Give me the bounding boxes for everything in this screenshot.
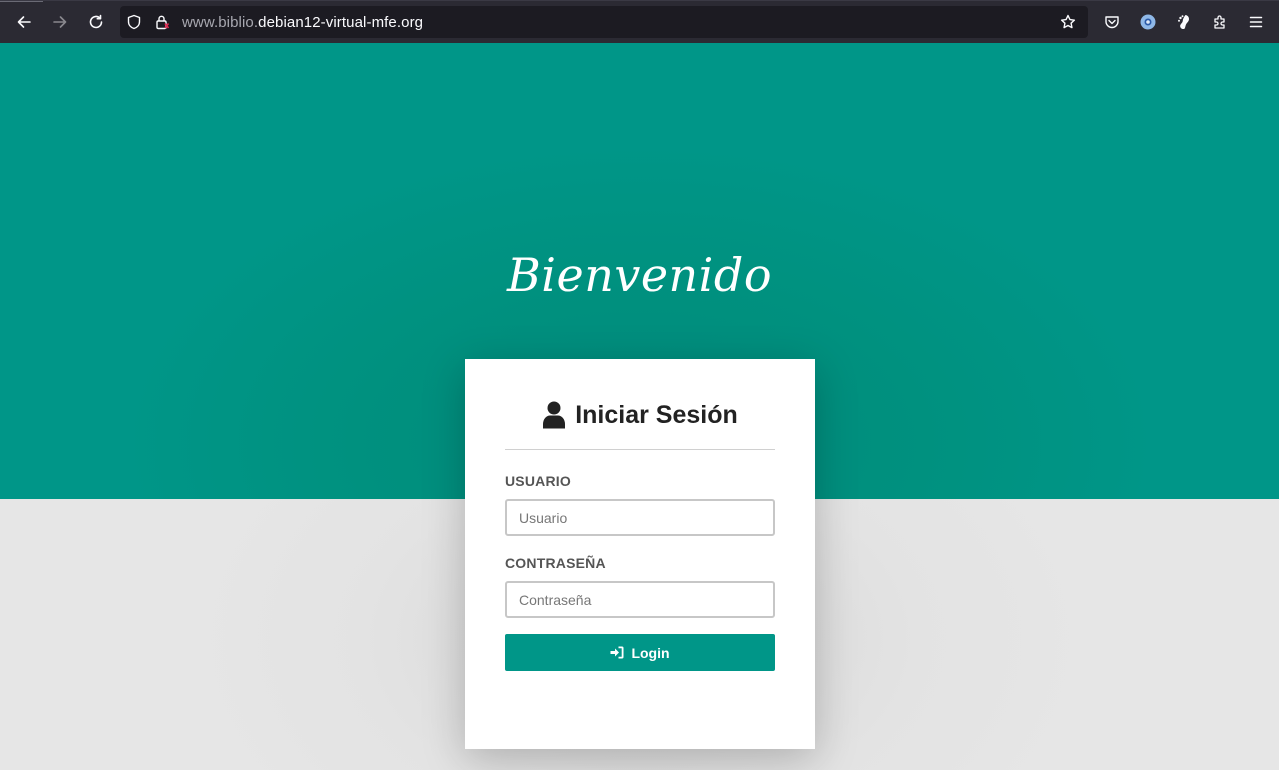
pocket-button[interactable]	[1094, 4, 1130, 40]
sign-in-icon	[610, 646, 624, 659]
forward-button[interactable]	[42, 4, 78, 40]
browser-toolbar: www.biblio.debian12-virtual-mfe.org	[0, 0, 1279, 43]
page-content: Bienvenido Iniciar Sesión USUARIO CONTRA…	[0, 43, 1279, 770]
username-input[interactable]	[505, 499, 775, 536]
forward-arrow-icon	[53, 16, 67, 28]
shield-icon	[127, 14, 141, 30]
login-card: Iniciar Sesión USUARIO CONTRASEÑA Login	[465, 359, 815, 749]
extensions-puzzle-icon	[1214, 15, 1225, 29]
blue-extension-button[interactable]	[1130, 4, 1166, 40]
app-menu-button[interactable]	[1238, 4, 1274, 40]
url-domain: debian12-virtual-mfe.org	[258, 13, 424, 31]
login-button[interactable]: Login	[505, 634, 775, 671]
extension-blue-icon	[1140, 14, 1156, 30]
user-icon	[543, 401, 566, 429]
url-prefix: www.biblio.	[182, 13, 259, 31]
login-button-label: Login	[631, 644, 670, 661]
password-input[interactable]	[505, 581, 775, 618]
username-label: USUARIO	[505, 473, 571, 489]
url-text[interactable]: www.biblio.debian12-virtual-mfe.org	[182, 14, 423, 31]
login-title-text: Iniciar Sesión	[575, 400, 738, 429]
lock-icon	[156, 15, 170, 30]
back-arrow-icon	[17, 16, 31, 28]
site-security-button[interactable]	[148, 6, 176, 38]
gnome-extension-button[interactable]	[1166, 4, 1202, 40]
extensions-button[interactable]	[1202, 4, 1238, 40]
login-title: Iniciar Sesión	[505, 399, 775, 431]
password-label: CONTRASEÑA	[505, 555, 606, 571]
tracking-protection-button[interactable]	[120, 6, 148, 38]
back-button[interactable]	[6, 4, 42, 40]
bookmark-button[interactable]	[1052, 6, 1084, 38]
reload-button[interactable]	[78, 4, 114, 40]
reload-icon	[89, 14, 103, 29]
menu-icon	[1249, 16, 1263, 28]
welcome-heading: Bienvenido	[506, 248, 773, 302]
pocket-icon	[1105, 16, 1119, 29]
tab-indicator	[0, 1, 43, 2]
gnome-extension-icon	[1178, 15, 1189, 30]
star-icon	[1060, 14, 1076, 29]
title-divider	[505, 449, 775, 450]
url-bar[interactable]: www.biblio.debian12-virtual-mfe.org	[120, 6, 1088, 38]
